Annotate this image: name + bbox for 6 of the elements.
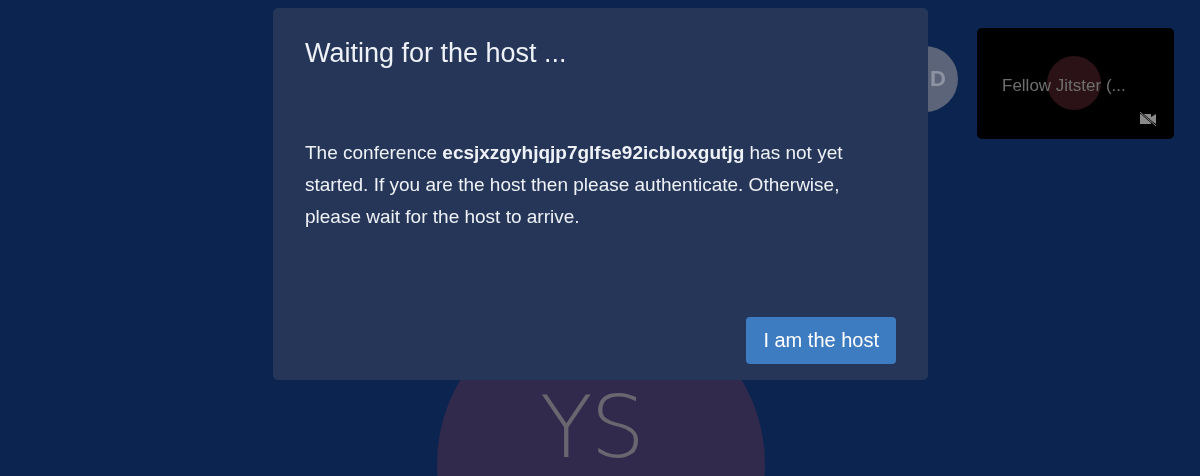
participant-name: Fellow Jitster (... bbox=[1002, 76, 1126, 96]
avatar-initials: YS bbox=[540, 384, 644, 470]
host-button[interactable]: I am the host bbox=[746, 317, 896, 364]
dialog-title: Waiting for the host ... bbox=[305, 38, 568, 69]
dialog-message: The conference ecsjxzgyhjqjp7glfse92icbloxgutjg has not yet started. If you are the host then please authenticate. Otherwise, please wait for the host to arrive. bbox=[305, 141, 844, 229]
video-thumbnail[interactable]: Fellow Jitster (... bbox=[977, 28, 1174, 139]
